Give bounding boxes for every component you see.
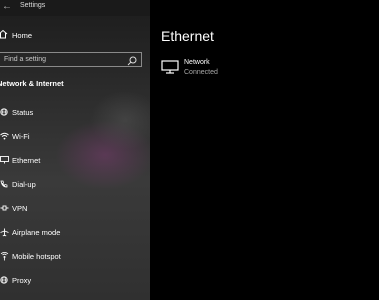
sidebar-item-proxy[interactable]: Proxy bbox=[0, 273, 150, 287]
hotspot-icon bbox=[0, 251, 9, 261]
sidebar-item-vpn[interactable]: VPN bbox=[0, 201, 150, 215]
sidebar-item-label: VPN bbox=[12, 203, 28, 213]
ethernet-icon bbox=[161, 60, 179, 79]
sidebar-item-label: Mobile hotspot bbox=[12, 251, 61, 261]
globe-icon bbox=[0, 108, 9, 116]
sidebar-item-label: Dial-up bbox=[12, 179, 36, 189]
sidebar-item-label: Wi-Fi bbox=[12, 131, 30, 141]
ethernet-icon bbox=[0, 156, 9, 164]
globe-icon bbox=[0, 276, 9, 284]
network-status: Connected bbox=[184, 69, 218, 76]
section-heading: Network & Internet bbox=[0, 79, 64, 88]
title-bar: ← Settings bbox=[0, 0, 150, 16]
sidebar-item-mobile-hotspot[interactable]: Mobile hotspot bbox=[0, 249, 150, 263]
network-name: Network bbox=[184, 59, 210, 66]
search-box[interactable]: Find a setting bbox=[0, 52, 142, 67]
page-title: Ethernet bbox=[161, 28, 214, 44]
sidebar-item-label: Airplane mode bbox=[12, 227, 61, 237]
back-arrow-icon[interactable]: ← bbox=[2, 1, 12, 12]
airplane-icon bbox=[0, 228, 9, 237]
search-icon[interactable] bbox=[126, 54, 138, 66]
home-icon bbox=[0, 29, 10, 41]
sidebar-item-airplane-mode[interactable]: Airplane mode bbox=[0, 225, 150, 239]
sidebar-item-wifi[interactable]: Wi-Fi bbox=[0, 129, 150, 143]
vpn-icon bbox=[0, 204, 9, 212]
sidebar-item-label: Status bbox=[12, 107, 34, 117]
sidebar-item-label: Ethernet bbox=[12, 155, 41, 165]
sidebar-item-status[interactable]: Status bbox=[0, 105, 150, 119]
sidebar-item-dial-up[interactable]: Dial-up bbox=[0, 177, 150, 191]
phone-icon bbox=[0, 180, 9, 188]
home-link[interactable]: Home bbox=[0, 28, 150, 42]
home-label: Home bbox=[12, 30, 33, 40]
sidebar-item-label: Proxy bbox=[12, 275, 32, 285]
window-title: Settings bbox=[20, 2, 46, 9]
network-item[interactable]: Network Connected bbox=[161, 59, 281, 81]
sidebar: ← Settings Home Find a setting Network &… bbox=[0, 0, 150, 300]
search-input[interactable]: Find a setting bbox=[4, 56, 126, 63]
wifi-icon bbox=[0, 132, 9, 140]
sidebar-item-ethernet[interactable]: Ethernet bbox=[0, 153, 150, 167]
